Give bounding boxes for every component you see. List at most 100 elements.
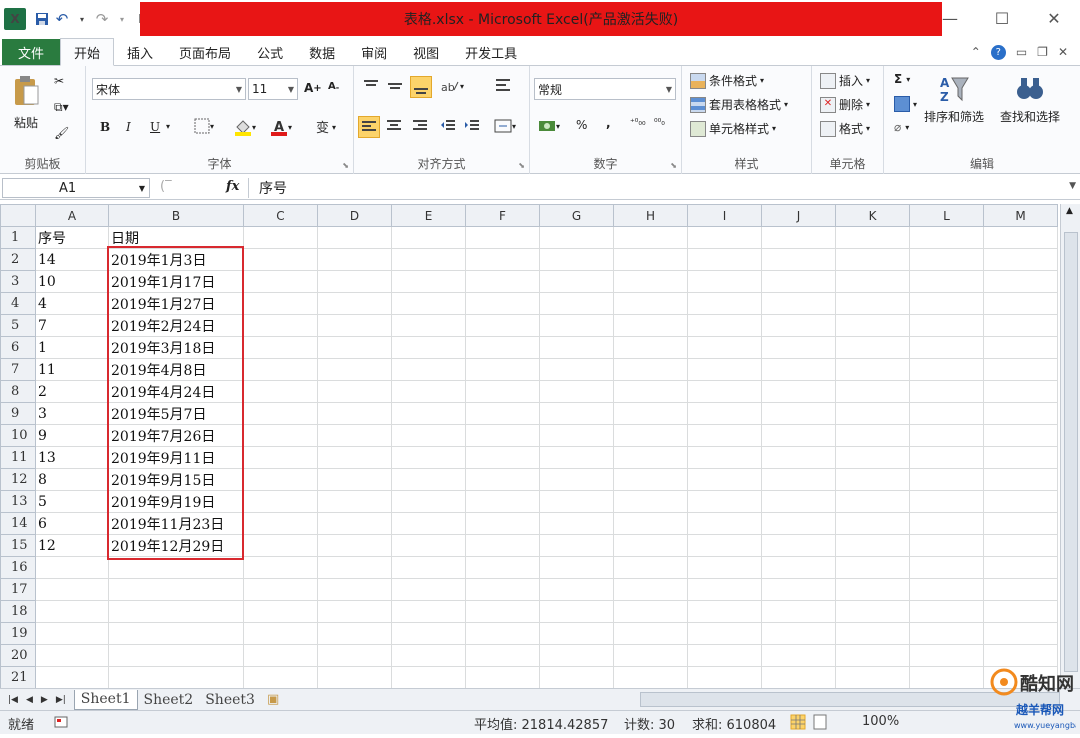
- cell-a16[interactable]: [35, 556, 109, 579]
- column-header-a[interactable]: A: [35, 204, 109, 227]
- cell-d16[interactable]: [317, 556, 392, 579]
- cell-k3[interactable]: [835, 270, 910, 293]
- cell-l12[interactable]: [909, 468, 984, 491]
- cell-a10[interactable]: 9: [35, 424, 109, 447]
- sheet-tab-2[interactable]: Sheet2: [138, 692, 200, 708]
- cell-c15[interactable]: [243, 534, 318, 557]
- cell-b3[interactable]: 2019年1月17日: [108, 270, 244, 293]
- cell-c9[interactable]: [243, 402, 318, 425]
- cell-k10[interactable]: [835, 424, 910, 447]
- format-as-table-button[interactable]: 套用表格格式 ▾: [690, 96, 788, 113]
- cell-k7[interactable]: [835, 358, 910, 381]
- cell-m15[interactable]: [983, 534, 1058, 557]
- row-header[interactable]: 1: [0, 226, 36, 249]
- align-middle-icon[interactable]: [386, 78, 404, 94]
- insert-function-icon[interactable]: fx: [226, 179, 239, 194]
- cell-e3[interactable]: [391, 270, 466, 293]
- percent-button[interactable]: %: [576, 118, 587, 132]
- cell-i3[interactable]: [687, 270, 762, 293]
- cell-f12[interactable]: [465, 468, 540, 491]
- cell-i14[interactable]: [687, 512, 762, 535]
- cell-h12[interactable]: [613, 468, 688, 491]
- cell-j7[interactable]: [761, 358, 836, 381]
- cell-a3[interactable]: 10: [35, 270, 109, 293]
- cell-c7[interactable]: [243, 358, 318, 381]
- cell-e16[interactable]: [391, 556, 466, 579]
- merge-center-icon[interactable]: ▾: [494, 118, 516, 134]
- cell-c13[interactable]: [243, 490, 318, 513]
- border-icon[interactable]: ▾: [194, 118, 214, 134]
- cell-g3[interactable]: [539, 270, 614, 293]
- cell-a5[interactable]: 7: [35, 314, 109, 337]
- cell-f6[interactable]: [465, 336, 540, 359]
- cell-f1[interactable]: [465, 226, 540, 249]
- column-header-l[interactable]: L: [909, 204, 984, 227]
- cell-j3[interactable]: [761, 270, 836, 293]
- cell-c4[interactable]: [243, 292, 318, 315]
- cell-e2[interactable]: [391, 248, 466, 271]
- cell-l19[interactable]: [909, 622, 984, 645]
- row-header[interactable]: 21: [0, 666, 36, 688]
- cell-k13[interactable]: [835, 490, 910, 513]
- cell-j19[interactable]: [761, 622, 836, 645]
- cell-g18[interactable]: [539, 600, 614, 623]
- cell-h7[interactable]: [613, 358, 688, 381]
- row-header[interactable]: 6: [0, 336, 36, 359]
- cut-icon[interactable]: ✂: [54, 74, 64, 88]
- cell-d19[interactable]: [317, 622, 392, 645]
- cell-c6[interactable]: [243, 336, 318, 359]
- cell-h13[interactable]: [613, 490, 688, 513]
- cell-f13[interactable]: [465, 490, 540, 513]
- cell-d11[interactable]: [317, 446, 392, 469]
- cell-l18[interactable]: [909, 600, 984, 623]
- cell-b18[interactable]: [108, 600, 244, 623]
- cell-l1[interactable]: [909, 226, 984, 249]
- column-header-d[interactable]: D: [317, 204, 392, 227]
- cell-f15[interactable]: [465, 534, 540, 557]
- cell-e17[interactable]: [391, 578, 466, 601]
- cell-m9[interactable]: [983, 402, 1058, 425]
- cell-g15[interactable]: [539, 534, 614, 557]
- cell-h16[interactable]: [613, 556, 688, 579]
- cell-i12[interactable]: [687, 468, 762, 491]
- cell-d5[interactable]: [317, 314, 392, 337]
- cell-j5[interactable]: [761, 314, 836, 337]
- cell-i4[interactable]: [687, 292, 762, 315]
- help-icon[interactable]: ?: [990, 44, 1006, 60]
- column-header-f[interactable]: F: [465, 204, 540, 227]
- cell-h20[interactable]: [613, 644, 688, 667]
- scroll-up-icon[interactable]: ▲: [1066, 206, 1073, 216]
- align-bottom-icon[interactable]: [410, 76, 432, 98]
- cell-g6[interactable]: [539, 336, 614, 359]
- cell-j11[interactable]: [761, 446, 836, 469]
- cell-c16[interactable]: [243, 556, 318, 579]
- cell-d10[interactable]: [317, 424, 392, 447]
- cell-m17[interactable]: [983, 578, 1058, 601]
- cell-h18[interactable]: [613, 600, 688, 623]
- increase-decimal-icon[interactable]: ⁺⁰₀₀: [630, 118, 646, 128]
- cell-f5[interactable]: [465, 314, 540, 337]
- column-header-b[interactable]: B: [108, 204, 244, 227]
- undo-icon[interactable]: ↶: [52, 8, 72, 30]
- cell-e19[interactable]: [391, 622, 466, 645]
- fill-button[interactable]: ▾: [894, 96, 917, 112]
- cell-f20[interactable]: [465, 644, 540, 667]
- cell-m10[interactable]: [983, 424, 1058, 447]
- select-all-corner[interactable]: [0, 204, 36, 227]
- autosum-button[interactable]: Σ ▾: [894, 72, 910, 86]
- font-size-select[interactable]: 11 ▼: [248, 78, 298, 100]
- cell-a12[interactable]: 8: [35, 468, 109, 491]
- cell-f8[interactable]: [465, 380, 540, 403]
- cell-k17[interactable]: [835, 578, 910, 601]
- row-header[interactable]: 4: [0, 292, 36, 315]
- cell-e4[interactable]: [391, 292, 466, 315]
- cell-h8[interactable]: [613, 380, 688, 403]
- cell-f10[interactable]: [465, 424, 540, 447]
- align-right-icon[interactable]: [412, 118, 428, 134]
- redo-icon[interactable]: ↷: [92, 8, 112, 30]
- cell-f18[interactable]: [465, 600, 540, 623]
- cell-i5[interactable]: [687, 314, 762, 337]
- vertical-scrollbar[interactable]: ▲: [1060, 204, 1080, 688]
- cell-m6[interactable]: [983, 336, 1058, 359]
- cell-a21[interactable]: [35, 666, 109, 688]
